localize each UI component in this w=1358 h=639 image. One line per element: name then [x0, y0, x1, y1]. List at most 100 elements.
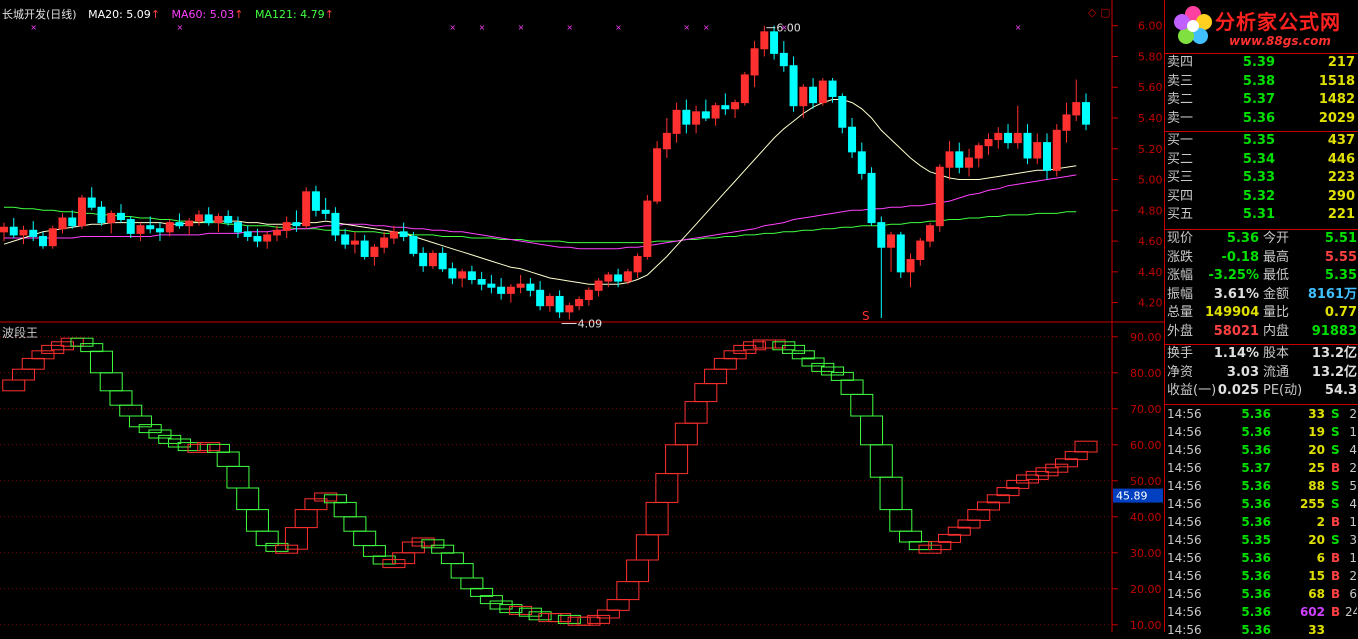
candle-body — [321, 209, 330, 214]
tick-list[interactable]: 14:56 5.36 33 S 2 14:56 5.36 19 S 1 14:56 5.36 20 S 4 1… — [1165, 404, 1358, 639]
indicator-box — [187, 443, 211, 453]
indicator-box — [323, 494, 347, 504]
candle-body — [311, 191, 320, 211]
tick-price: 5.36 — [1241, 443, 1271, 457]
indicator-box — [577, 616, 601, 626]
candle-body — [965, 157, 974, 168]
quote-value: 5.55 — [1324, 249, 1357, 265]
indicator-tick-label: 80.00 — [1130, 367, 1162, 380]
window-icon[interactable]: ▢ — [1100, 6, 1110, 19]
chart-header: 长城开发(日线) MA20: 5.09↑ MA60: 5.03↑ MA121: … — [2, 6, 342, 22]
orderbook-row[interactable]: 卖三 5.38 1518 — [1165, 73, 1358, 92]
orderbook-row[interactable]: 卖二 5.37 1482 — [1165, 91, 1358, 110]
chart-canvas[interactable]: 6.00 5.80 5.60 5.40 5.20 5.00 4.80 4.60 4.40 4.20… — [0, 0, 1164, 632]
indicator-box — [99, 372, 123, 392]
tick-row[interactable]: 14:56 5.35 20 S 3 — [1165, 531, 1358, 549]
indicator-box — [606, 599, 630, 611]
orderbook-row[interactable]: 买一 5.35 437 — [1165, 132, 1358, 151]
diamond-icon[interactable]: ◇ — [1088, 6, 1096, 19]
indicator-box — [304, 498, 328, 511]
orderbook-label: 买一 — [1167, 133, 1194, 148]
quote-label: 总量 — [1167, 305, 1194, 320]
quote-value: -0.18 — [1221, 249, 1259, 265]
quote-label: 外盘 — [1167, 323, 1194, 339]
candle-body — [662, 132, 671, 150]
candle-body — [477, 279, 486, 285]
candle-body — [458, 271, 467, 279]
quote-panel: 分析家公式网 www.88gs.com 卖四 5.39 217 卖三 5.38 1518 卖… — [1164, 0, 1358, 637]
low-annotation: 4.09 — [578, 318, 603, 331]
candle-body — [194, 214, 203, 222]
tick-side: B — [1331, 461, 1341, 475]
tick-row[interactable]: 14:56 5.36 68 B 6 — [1165, 585, 1358, 603]
candle-body — [1023, 132, 1032, 159]
indicator-box — [694, 383, 718, 403]
tick-row[interactable]: 14:56 5.36 2 B 1 — [1165, 513, 1358, 531]
tick-row[interactable]: 14:56 5.37 25 B 2 — [1165, 459, 1358, 477]
indicator-box — [314, 492, 338, 502]
candle-body — [204, 214, 213, 224]
orderbook-row[interactable]: 买三 5.33 223 — [1165, 169, 1358, 188]
orderbook-row[interactable]: 买四 5.32 290 — [1165, 188, 1358, 207]
quote-value: 13.2亿 — [1311, 346, 1357, 361]
candle-body — [29, 229, 38, 237]
tick-time: 14:56 — [1167, 407, 1202, 421]
tick-count: 1 — [1349, 551, 1357, 565]
tick-row[interactable]: 14:56 5.36 255 S 4 — [1165, 495, 1358, 513]
quote-label: 流通 — [1263, 364, 1290, 380]
orderbook-row[interactable]: 买二 5.34 446 — [1165, 151, 1358, 170]
indicator-box — [869, 444, 893, 478]
ma20-line — [3, 99, 1077, 285]
candle-body — [155, 228, 164, 233]
ma121-line — [4, 206, 1077, 244]
candle-body — [175, 222, 184, 227]
indicator-box — [119, 404, 143, 417]
orderbook-row[interactable]: 卖一 5.36 2029 — [1165, 110, 1358, 129]
candle-body — [994, 132, 1003, 141]
orderbook-row[interactable]: 买五 5.31 221 — [1165, 206, 1358, 225]
candle-body — [916, 240, 925, 261]
quote-row: 振幅 3.61% 金额 8161万 — [1165, 286, 1358, 305]
price-tick-label: 4.60 — [1138, 235, 1163, 248]
tick-price: 5.36 — [1241, 407, 1271, 421]
candle-body — [9, 226, 18, 236]
indicator-box — [333, 501, 357, 518]
tick-row[interactable]: 14:56 5.36 88 S 5 — [1165, 477, 1358, 495]
signal-x-marker: × — [30, 23, 37, 32]
tick-row[interactable]: 14:56 5.36 33 S 2 — [1165, 405, 1358, 423]
candle-body — [126, 219, 135, 234]
signal-x-marker: × — [479, 23, 486, 32]
indicator-box — [557, 614, 581, 624]
tick-row[interactable]: 14:56 5.36 602 B 24 — [1165, 603, 1358, 621]
signal-x-marker: × — [781, 23, 788, 32]
tick-row[interactable]: 14:56 5.36 20 S 4 — [1165, 441, 1358, 459]
tick-volume: 68 — [1308, 587, 1325, 601]
tick-row[interactable]: 14:56 5.36 33 — [1165, 621, 1358, 639]
candle-body — [272, 229, 281, 236]
candle-body — [623, 271, 632, 282]
indicator-tick-label: 30.00 — [1130, 547, 1162, 560]
orderbook-row[interactable]: 卖四 5.39 217 — [1165, 54, 1358, 73]
tick-count: 2 — [1349, 407, 1357, 421]
candle-body — [809, 86, 818, 104]
candle-body — [497, 286, 506, 294]
chart-area[interactable]: 6.00 5.80 5.60 5.40 5.20 5.00 4.80 4.60 4.40 4.20… — [0, 0, 1164, 632]
quote-value: 8161万 — [1307, 286, 1357, 302]
indicator-box — [392, 552, 416, 565]
quote-value: 149904 — [1205, 305, 1260, 320]
orderbook-price: 5.33 — [1242, 170, 1275, 185]
tick-count: 1 — [1349, 425, 1357, 439]
orderbook-sell: 卖四 5.39 217 卖三 5.38 1518 卖二 5.37 1482 卖一 5.36 2029 — [1165, 53, 1358, 128]
indicator-box — [567, 616, 591, 626]
candle-body — [341, 234, 350, 245]
signal-x-marker: × — [518, 23, 525, 32]
candle-body — [584, 289, 593, 301]
tick-row[interactable]: 14:56 5.36 19 S 1 — [1165, 423, 1358, 441]
tick-row[interactable]: 14:56 5.36 6 B 1 — [1165, 549, 1358, 567]
indicator-box — [80, 343, 104, 353]
price-tick-label: 5.20 — [1138, 143, 1163, 156]
indicator-tick-label: 40.00 — [1130, 511, 1162, 524]
indicator-box — [889, 509, 913, 532]
indicator-box — [665, 444, 689, 475]
tick-row[interactable]: 14:56 5.36 15 B 2 — [1165, 567, 1358, 585]
